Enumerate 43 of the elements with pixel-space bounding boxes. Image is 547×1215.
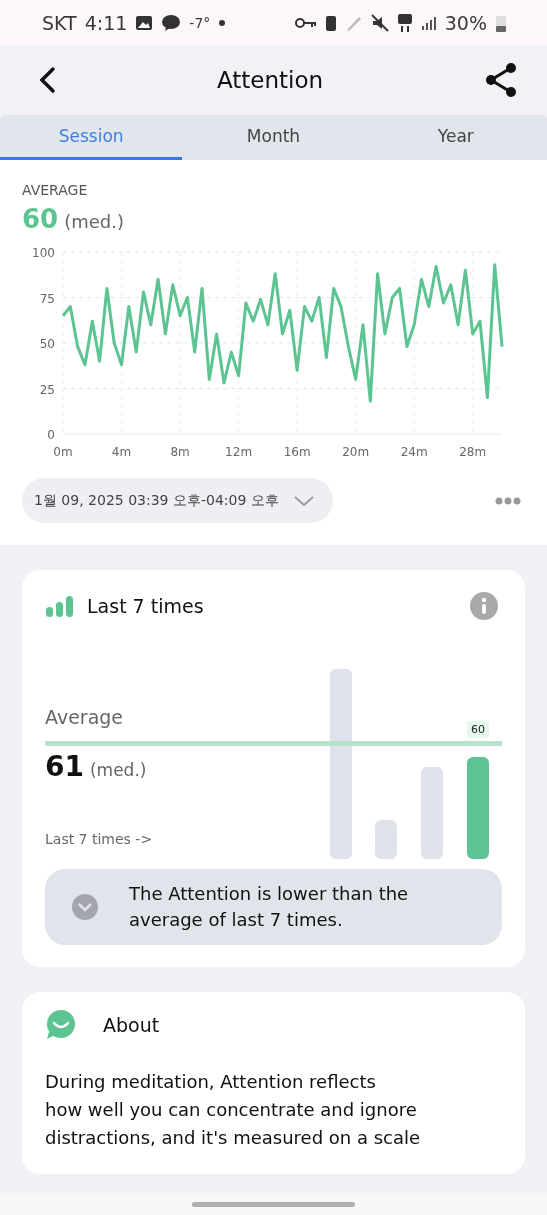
key-icon xyxy=(294,16,317,29)
x-tick-label: 28m xyxy=(459,445,487,459)
last-times-link[interactable]: Last 7 times -> xyxy=(45,831,153,847)
carrier-name: SKT xyxy=(42,11,77,34)
chevron-down-icon xyxy=(292,494,315,507)
average-value: 60 xyxy=(22,204,59,234)
average-label: AVERAGE xyxy=(22,182,89,198)
bar xyxy=(375,820,397,859)
x-tick-label: 4m xyxy=(111,445,132,459)
mute-icon xyxy=(370,13,389,32)
y-tick-label: 100 xyxy=(32,246,55,260)
date-range-selector[interactable]: 1월 09, 2025 03:39 오후-04:09 오후 xyxy=(22,478,333,523)
chat-icon xyxy=(161,13,182,32)
insight-text: The Attention is lower than the average of last 7 times. xyxy=(129,882,410,932)
x-tick-label: 0m xyxy=(53,445,73,459)
temperature: -7° xyxy=(189,14,211,31)
y-tick-label: 75 xyxy=(39,291,55,306)
image-icon xyxy=(135,14,154,31)
y-tick-label: 0 xyxy=(47,428,55,442)
x-tick-label: 8m xyxy=(170,445,190,459)
card-title: Last 7 times xyxy=(87,595,205,617)
unit-label: (med.) xyxy=(64,211,124,232)
battery-level: 30% xyxy=(444,11,487,34)
x-tick-label: 12m xyxy=(225,445,253,459)
dot-icon xyxy=(218,18,227,27)
x-tick-label: 20m xyxy=(342,445,370,459)
period-tab[interactable]: Month xyxy=(182,115,365,160)
about-text: During meditation, Attention reflects how well you can concentrate and ignore distractions, and it's measured on a scale xyxy=(45,1070,422,1150)
y-tick-label: 25 xyxy=(39,382,55,397)
average-label: Average xyxy=(45,706,124,728)
unit-label: (med.) xyxy=(89,760,147,780)
signal-icon xyxy=(420,14,437,31)
y-tick-label: 50 xyxy=(39,337,55,351)
x-tick-label: 24m xyxy=(400,445,428,459)
average-value: 61 xyxy=(45,750,84,783)
bar-chart-icon xyxy=(45,594,75,618)
card-title: About xyxy=(103,1014,161,1036)
clock: 4:11 xyxy=(84,11,128,34)
value-badge: 60 xyxy=(467,721,489,738)
x-tick-label: 16m xyxy=(283,445,311,459)
chat-smile-icon xyxy=(45,1010,77,1040)
screen-title: Attention xyxy=(216,67,324,93)
period-tab[interactable]: Year xyxy=(364,115,547,160)
